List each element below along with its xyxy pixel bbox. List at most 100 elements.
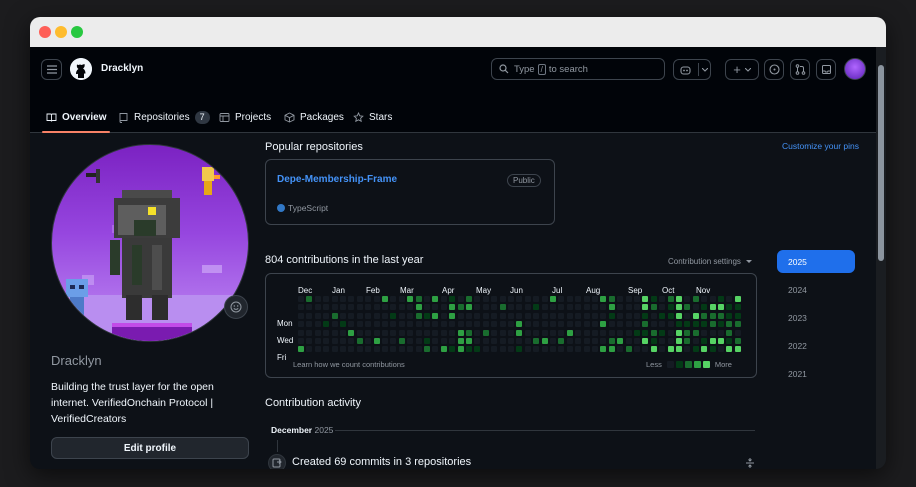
contribution-cell[interactable] bbox=[550, 312, 556, 319]
contribution-cell[interactable] bbox=[541, 296, 548, 302]
contribution-cell[interactable] bbox=[533, 296, 540, 302]
contribution-cell[interactable] bbox=[390, 346, 397, 353]
contribution-cell[interactable] bbox=[642, 338, 649, 344]
contribution-cell[interactable] bbox=[558, 304, 565, 311]
contribution-cell[interactable] bbox=[499, 338, 506, 344]
contribution-cell[interactable] bbox=[432, 329, 439, 336]
contribution-cell[interactable] bbox=[558, 296, 565, 302]
contribution-cell[interactable] bbox=[667, 346, 674, 353]
repo-name-link[interactable]: Depe-Membership-Frame bbox=[277, 174, 397, 185]
contribution-cell[interactable] bbox=[415, 312, 422, 319]
contribution-cell[interactable] bbox=[650, 338, 657, 344]
contribution-cell[interactable] bbox=[608, 346, 615, 353]
contribution-cell[interactable] bbox=[440, 338, 447, 344]
contribution-cell[interactable] bbox=[491, 346, 498, 353]
contribution-cell[interactable] bbox=[356, 304, 363, 311]
contribution-cell[interactable] bbox=[617, 296, 624, 302]
contribution-cell[interactable] bbox=[466, 329, 472, 336]
contribution-cell[interactable] bbox=[608, 296, 615, 302]
contribution-cell[interactable] bbox=[659, 321, 666, 328]
contribution-cell[interactable] bbox=[340, 304, 346, 311]
contribution-cell[interactable] bbox=[516, 338, 523, 344]
contribution-cell[interactable] bbox=[541, 329, 548, 336]
copilot-button[interactable] bbox=[673, 59, 711, 80]
contribution-cell[interactable] bbox=[508, 346, 514, 353]
contribution-cell[interactable] bbox=[533, 321, 540, 328]
contribution-cell[interactable] bbox=[365, 338, 372, 344]
github-logo-icon[interactable] bbox=[70, 58, 92, 80]
contribution-cell[interactable] bbox=[516, 346, 523, 353]
contribution-cell[interactable] bbox=[718, 304, 724, 311]
contribution-cell[interactable] bbox=[684, 296, 691, 302]
contribution-cell[interactable] bbox=[600, 296, 607, 302]
contribution-cell[interactable] bbox=[390, 321, 397, 328]
search-input[interactable]: Type / to search bbox=[491, 58, 665, 80]
contribution-cell[interactable] bbox=[457, 312, 464, 319]
contribution-cell[interactable] bbox=[390, 304, 397, 311]
contribution-cell[interactable] bbox=[415, 346, 422, 353]
contribution-cell[interactable] bbox=[432, 321, 439, 328]
user-avatar[interactable] bbox=[844, 58, 866, 80]
contribution-cell[interactable] bbox=[298, 304, 304, 311]
contribution-cell[interactable] bbox=[642, 312, 649, 319]
contribution-cell[interactable] bbox=[625, 329, 632, 336]
contribution-cell[interactable] bbox=[667, 321, 674, 328]
contribution-cell[interactable] bbox=[516, 296, 523, 302]
contribution-cell[interactable] bbox=[516, 312, 523, 319]
contribution-cell[interactable] bbox=[625, 312, 632, 319]
contribution-cell[interactable] bbox=[382, 329, 388, 336]
close-window-button[interactable] bbox=[39, 26, 51, 38]
contribution-cell[interactable] bbox=[348, 296, 355, 302]
contribution-cell[interactable] bbox=[466, 312, 472, 319]
contribution-cell[interactable] bbox=[583, 346, 590, 353]
contribution-settings-button[interactable]: Contribution settings bbox=[668, 257, 753, 266]
contribution-cell[interactable] bbox=[482, 338, 489, 344]
contribution-cell[interactable] bbox=[692, 296, 699, 302]
contribution-cell[interactable] bbox=[491, 304, 498, 311]
contribution-cell[interactable] bbox=[440, 329, 447, 336]
contribution-cell[interactable] bbox=[331, 312, 338, 319]
contribution-cell[interactable] bbox=[407, 296, 414, 302]
contribution-cell[interactable] bbox=[432, 346, 439, 353]
contribution-cell[interactable] bbox=[306, 329, 313, 336]
contribution-cell[interactable] bbox=[499, 329, 506, 336]
contribution-cell[interactable] bbox=[407, 346, 414, 353]
contribution-cell[interactable] bbox=[432, 304, 439, 311]
contribution-cell[interactable] bbox=[524, 346, 531, 353]
contribution-cell[interactable] bbox=[407, 329, 414, 336]
contribution-cell[interactable] bbox=[499, 321, 506, 328]
contribution-cell[interactable] bbox=[718, 329, 724, 336]
contribution-cell[interactable] bbox=[575, 329, 582, 336]
contribution-cell[interactable] bbox=[718, 296, 724, 302]
contribution-cell[interactable] bbox=[650, 321, 657, 328]
contribution-cell[interactable] bbox=[625, 346, 632, 353]
contribution-cell[interactable] bbox=[709, 321, 716, 328]
contribution-cell[interactable] bbox=[533, 329, 540, 336]
contribution-cell[interactable] bbox=[676, 329, 682, 336]
contribution-cell[interactable] bbox=[600, 329, 607, 336]
contribution-cell[interactable] bbox=[449, 346, 456, 353]
contribution-cell[interactable] bbox=[516, 329, 523, 336]
contribution-cell[interactable] bbox=[365, 321, 372, 328]
pull-requests-button[interactable] bbox=[790, 59, 810, 80]
contribution-cell[interactable] bbox=[365, 346, 372, 353]
contribution-cell[interactable] bbox=[558, 338, 565, 344]
contribution-cell[interactable] bbox=[608, 329, 615, 336]
contribution-cell[interactable] bbox=[373, 321, 380, 328]
contribution-cell[interactable] bbox=[550, 296, 556, 302]
contribution-cell[interactable] bbox=[726, 304, 733, 311]
contribution-cell[interactable] bbox=[558, 329, 565, 336]
contribution-cell[interactable] bbox=[684, 329, 691, 336]
contribution-cell[interactable] bbox=[667, 304, 674, 311]
tab-packages[interactable]: Packages bbox=[284, 102, 344, 133]
contribution-cell[interactable] bbox=[625, 296, 632, 302]
contribution-cell[interactable] bbox=[382, 346, 388, 353]
contribution-cell[interactable] bbox=[608, 304, 615, 311]
contribution-cell[interactable] bbox=[734, 304, 741, 311]
contribution-cell[interactable] bbox=[625, 338, 632, 344]
contribution-cell[interactable] bbox=[373, 338, 380, 344]
contribution-cell[interactable] bbox=[499, 312, 506, 319]
year-2025-button[interactable]: 2025 bbox=[777, 250, 855, 273]
contribution-cell[interactable] bbox=[617, 321, 624, 328]
contribution-cell[interactable] bbox=[524, 321, 531, 328]
